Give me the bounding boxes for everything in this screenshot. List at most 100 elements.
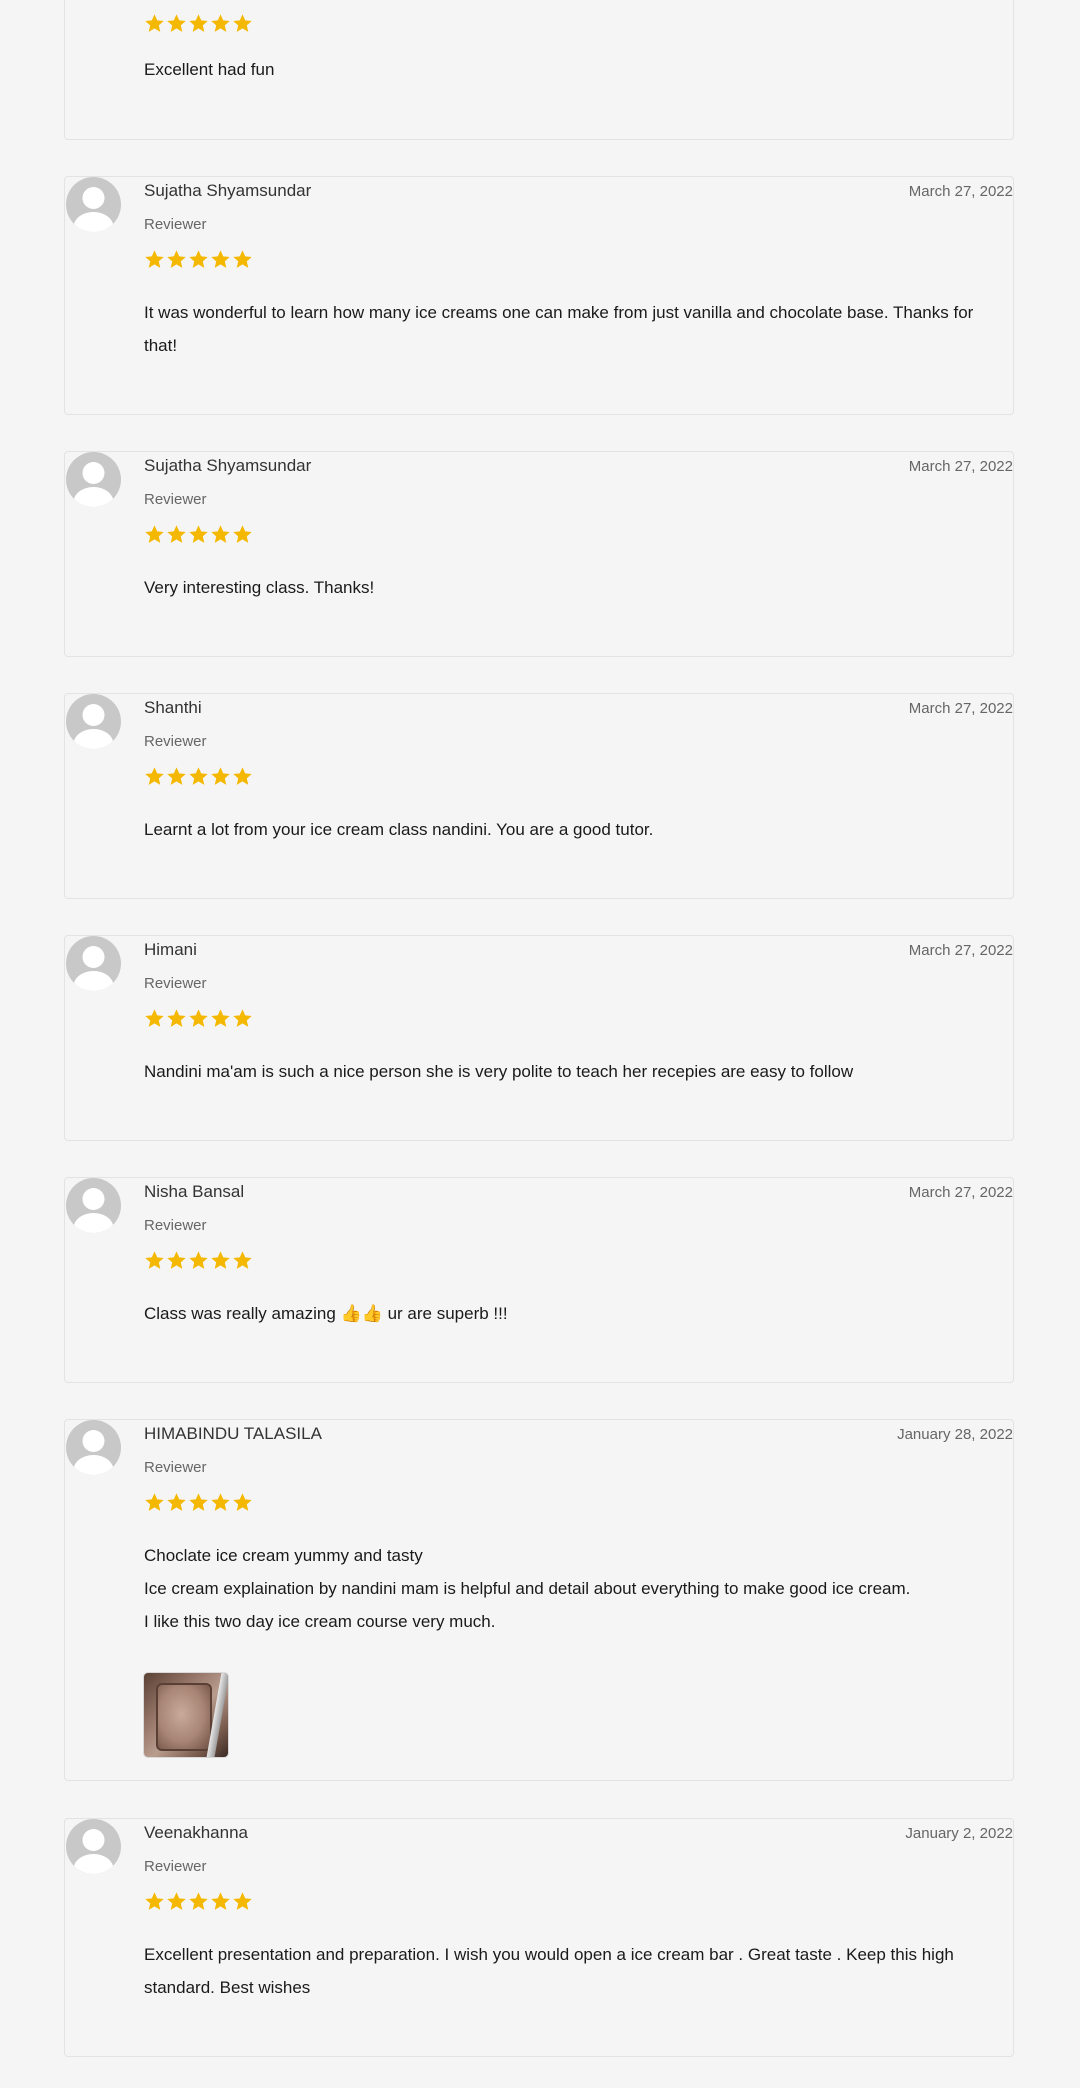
user-icon	[73, 1430, 114, 1475]
star-icon	[189, 1009, 208, 1027]
star-icon	[233, 1493, 252, 1511]
star-icon	[233, 1892, 252, 1910]
star-rating	[144, 1891, 253, 1913]
star-icon	[211, 14, 230, 32]
star-icon	[167, 1009, 186, 1027]
review-card: Himani March 27, 2022 Reviewer Nandini m…	[64, 935, 1014, 1141]
review-text: Nandini ma'am is such a nice person she …	[144, 1055, 983, 1088]
avatar	[66, 452, 121, 507]
star-icon	[145, 1251, 164, 1269]
review-photo-thumbnail[interactable]	[144, 1673, 228, 1757]
star-icon	[211, 1009, 230, 1027]
avatar	[66, 177, 121, 232]
review-card: Nisha Bansal March 27, 2022 Reviewer Cla…	[64, 1177, 1014, 1383]
star-icon	[189, 1493, 208, 1511]
star-icon	[145, 767, 164, 785]
review-text: Learnt a lot from your ice cream class n…	[144, 813, 983, 846]
star-icon	[189, 525, 208, 543]
star-icon	[145, 1009, 164, 1027]
star-icon	[189, 1251, 208, 1269]
review-text-line: I like this two day ice cream course ver…	[144, 1612, 496, 1631]
star-icon	[167, 525, 186, 543]
star-icon	[167, 1892, 186, 1910]
star-icon	[211, 1892, 230, 1910]
avatar	[66, 694, 121, 749]
star-icon	[167, 1493, 186, 1511]
reviewer-role: Reviewer	[144, 491, 207, 508]
review-date: March 27, 2022	[908, 700, 1013, 717]
reviewer-name: Nisha Bansal	[144, 1182, 245, 1201]
review-text: Class was really amazing 👍👍 ur are super…	[144, 1297, 983, 1330]
star-icon	[189, 250, 208, 268]
review-text-line: Ice cream explaination by nandini mam is…	[144, 1579, 911, 1598]
reviewer-role: Reviewer	[144, 733, 207, 750]
review-text: It was wonderful to learn how many ice c…	[144, 296, 983, 362]
user-icon	[73, 946, 114, 991]
review-text-line: Choclate ice cream yummy and tasty	[144, 1546, 423, 1565]
star-icon	[145, 14, 164, 32]
review-text-line: Very interesting class. Thanks!	[144, 578, 375, 597]
star-icon	[211, 1251, 230, 1269]
star-rating	[144, 1492, 253, 1514]
review-card: Excellent had fun	[64, 0, 1014, 140]
avatar	[66, 936, 121, 991]
star-icon	[233, 14, 252, 32]
review-date: March 27, 2022	[908, 942, 1013, 959]
star-icon	[145, 1892, 164, 1910]
reviewer-name: Sujatha Shyamsundar	[144, 456, 312, 475]
review-card: HIMABINDU TALASILA January 28, 2022 Revi…	[64, 1419, 1014, 1781]
star-icon	[145, 250, 164, 268]
review-text: Choclate ice cream yummy and tasty Ice c…	[144, 1539, 983, 1638]
user-icon	[73, 1829, 114, 1874]
review-text-line: Learnt a lot from your ice cream class n…	[144, 820, 654, 839]
avatar	[66, 1819, 121, 1874]
star-icon	[211, 250, 230, 268]
review-text-line: Class was really amazing 👍👍 ur are super…	[144, 1304, 508, 1323]
star-icon	[211, 767, 230, 785]
star-icon	[189, 1892, 208, 1910]
user-icon	[73, 1188, 114, 1233]
review-text-line: Excellent had fun	[144, 60, 275, 79]
reviewer-role: Reviewer	[144, 1858, 207, 1875]
reviewer-name: HIMABINDU TALASILA	[144, 1424, 322, 1443]
star-icon	[233, 767, 252, 785]
reviewer-name: Himani	[144, 940, 197, 959]
star-icon	[167, 14, 186, 32]
star-icon	[167, 1251, 186, 1269]
star-icon	[189, 14, 208, 32]
review-card: Shanthi March 27, 2022 Reviewer Learnt a…	[64, 693, 1014, 899]
star-rating	[144, 249, 253, 271]
star-rating	[144, 13, 253, 35]
reviewer-role: Reviewer	[144, 975, 207, 992]
reviewer-role: Reviewer	[144, 1217, 207, 1234]
star-icon	[145, 1493, 164, 1511]
avatar	[66, 1420, 121, 1475]
reviewer-name: Shanthi	[144, 698, 202, 717]
user-icon	[73, 704, 114, 749]
user-icon	[73, 187, 114, 232]
review-text-line: Nandini ma'am is such a nice person she …	[144, 1062, 854, 1081]
review-text-line: Excellent presentation and preparation. …	[144, 1945, 954, 1997]
reviewer-role: Reviewer	[144, 1459, 207, 1476]
avatar	[66, 1178, 121, 1233]
star-rating	[144, 1008, 253, 1030]
review-date: March 27, 2022	[908, 1184, 1013, 1201]
star-icon	[233, 525, 252, 543]
review-text: Very interesting class. Thanks!	[144, 571, 983, 604]
review-card: Sujatha Shyamsundar March 27, 2022 Revie…	[64, 451, 1014, 657]
review-date: January 2, 2022	[905, 1825, 1013, 1842]
star-icon	[233, 1009, 252, 1027]
star-icon	[167, 767, 186, 785]
star-icon	[167, 250, 186, 268]
review-date: March 27, 2022	[908, 183, 1013, 200]
review-card: Sujatha Shyamsundar March 27, 2022 Revie…	[64, 176, 1014, 415]
review-card: Veenakhanna January 2, 2022 Reviewer Exc…	[64, 1818, 1014, 2057]
star-icon	[211, 1493, 230, 1511]
review-text: Excellent presentation and preparation. …	[144, 1938, 983, 2004]
star-icon	[189, 767, 208, 785]
star-icon	[233, 1251, 252, 1269]
review-text: Excellent had fun	[144, 53, 983, 86]
review-date: March 27, 2022	[908, 458, 1013, 475]
star-rating	[144, 1250, 253, 1272]
star-icon	[145, 525, 164, 543]
